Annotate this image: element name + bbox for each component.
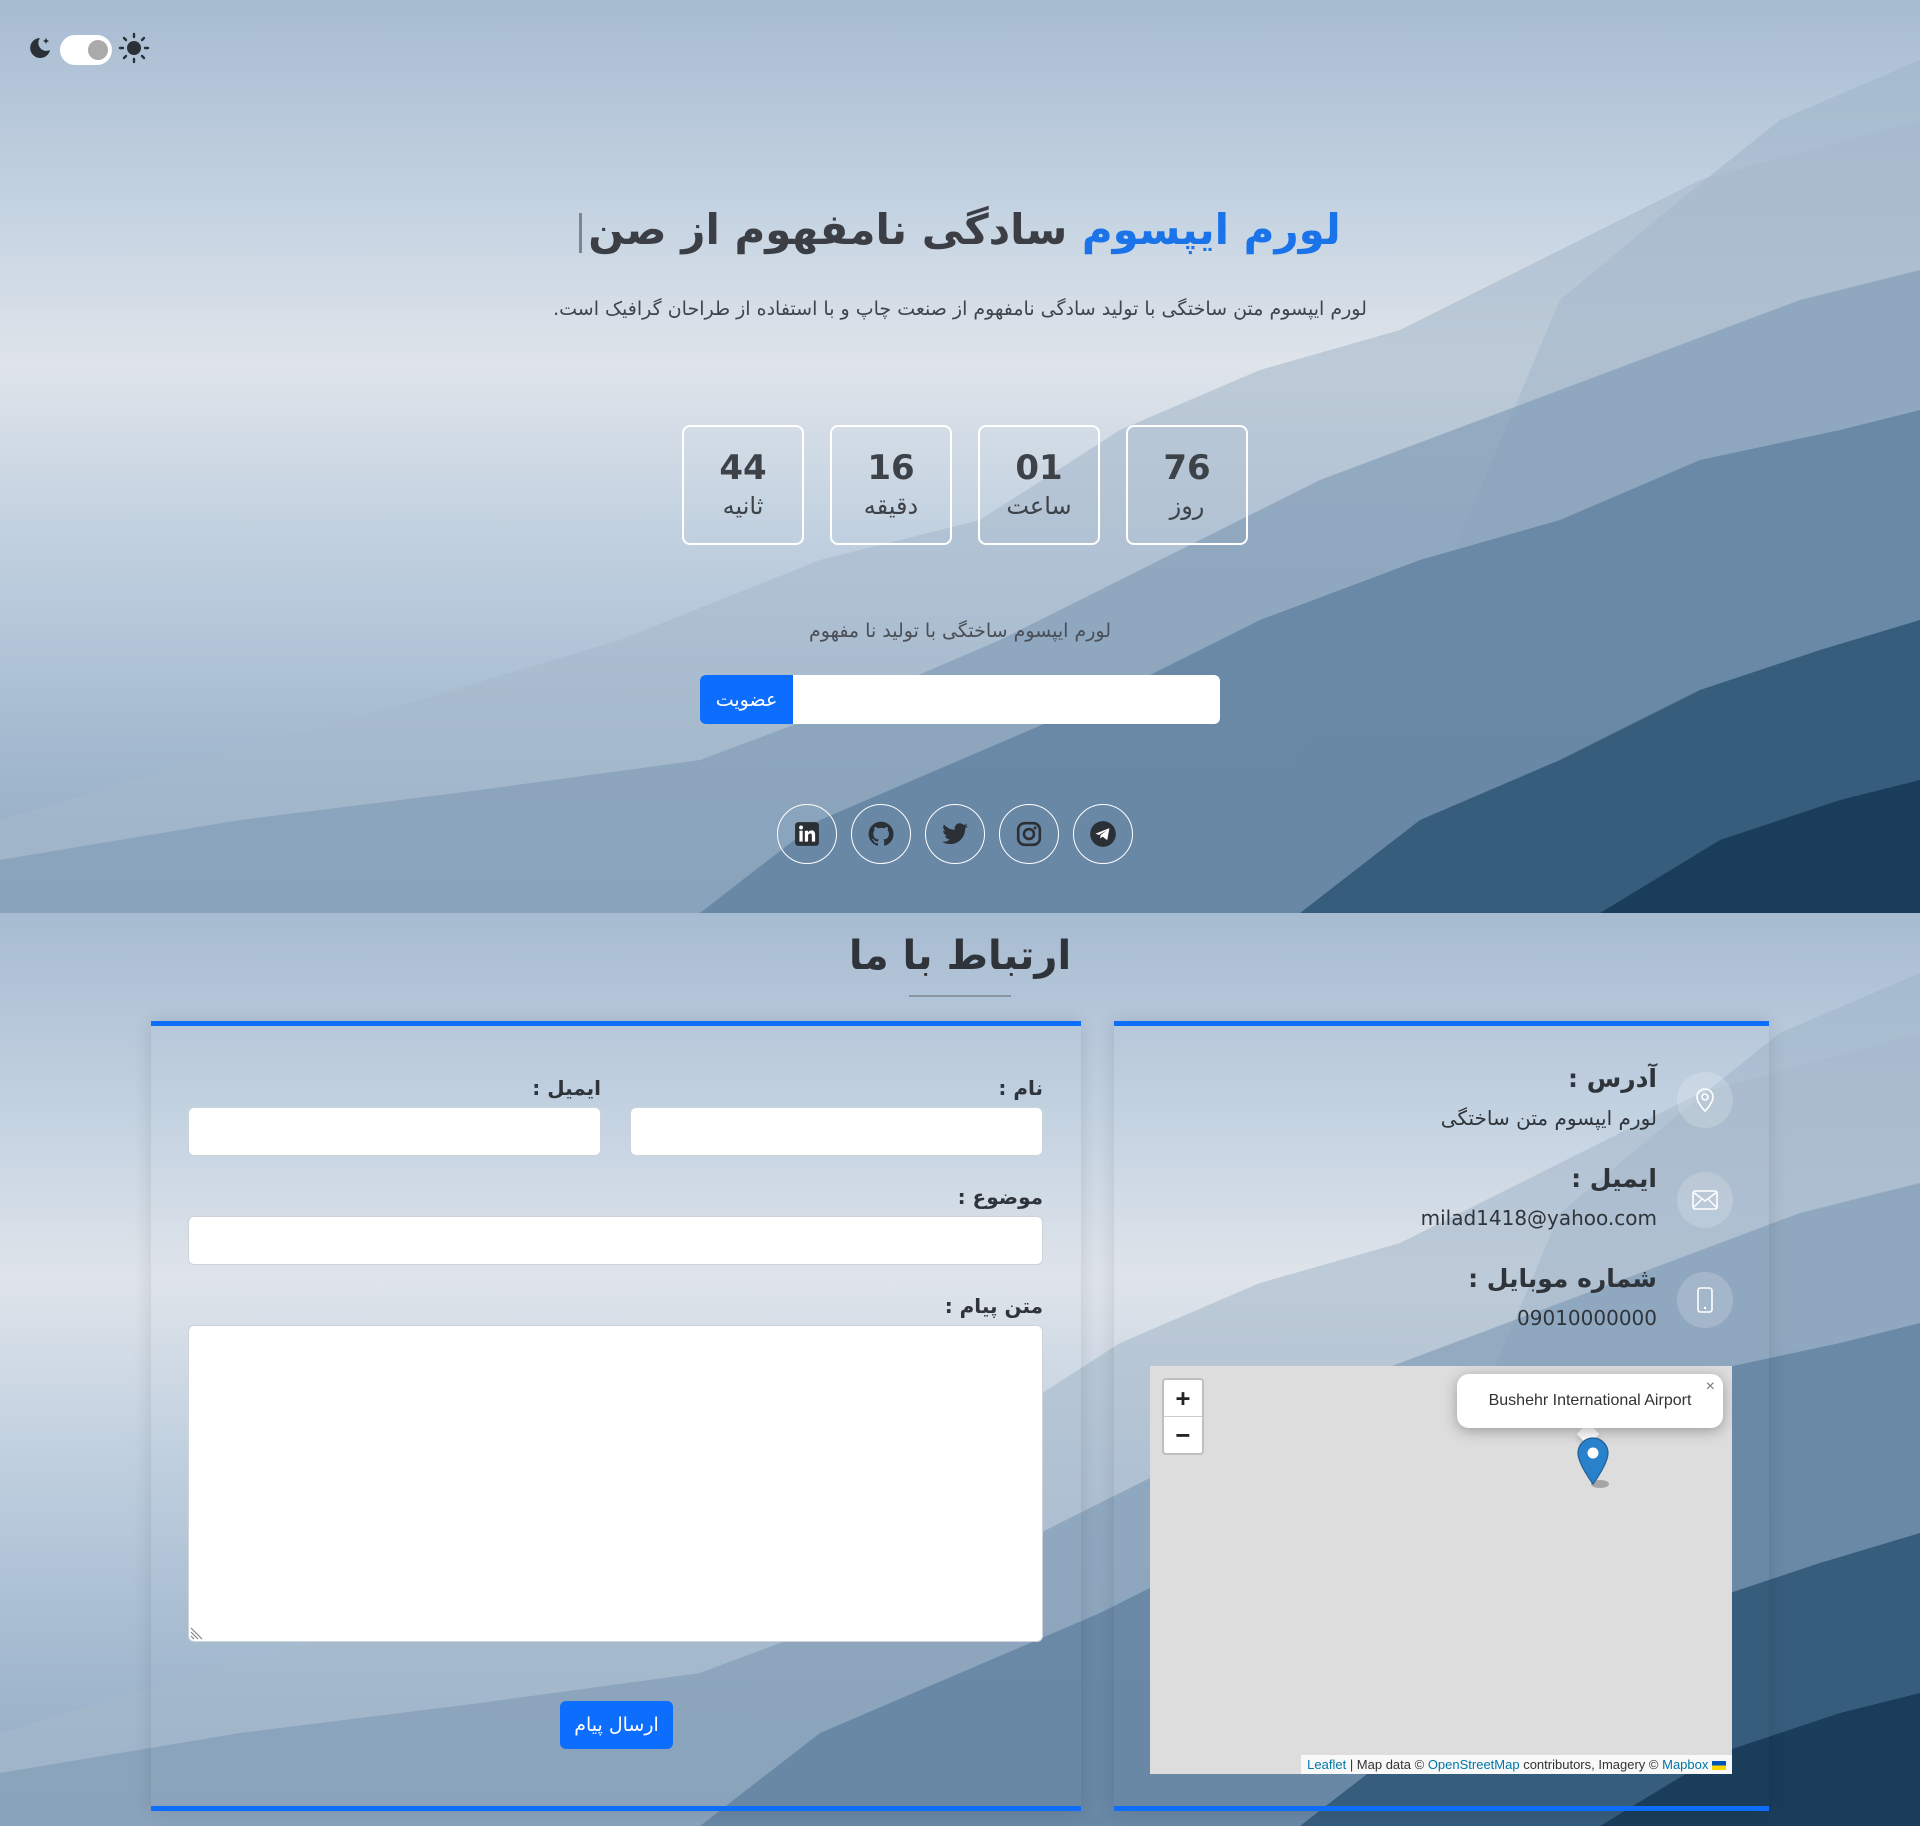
contact-info-card: آدرس : لورم ایپسوم متن ساختگی ایمیل : mi…	[1114, 1021, 1769, 1811]
title-underline	[909, 995, 1011, 997]
countdown: 76 روز 01 ساعت 16 دقیقه 44 ثانیه	[673, 425, 1248, 545]
countdown-label: دقیقه	[863, 492, 919, 520]
name-label: نام :	[998, 1076, 1043, 1100]
countdown-label: روز	[1169, 492, 1205, 520]
hero-subtitle: لورم ایپسوم متن ساختگی با تولید سادگی نا…	[553, 298, 1367, 320]
phone-title: شماره موبایل :	[1468, 1264, 1657, 1293]
phone-value: 09010000000	[1517, 1306, 1657, 1330]
telegram-icon	[1090, 821, 1116, 847]
map[interactable]: + − Bushehr International Airport × Leaf…	[1150, 1366, 1732, 1774]
typing-caret	[579, 212, 583, 253]
address-row: آدرس : لورم ایپسوم متن ساختگی	[1173, 1064, 1733, 1154]
address-value: لورم ایپسوم متن ساختگی	[1440, 1106, 1657, 1130]
theme-toggle[interactable]	[26, 32, 150, 68]
zoom-out-button[interactable]: −	[1164, 1416, 1202, 1453]
resize-grip-icon[interactable]	[190, 1624, 206, 1640]
name-field[interactable]	[630, 1107, 1043, 1156]
countdown-value: 01	[1015, 448, 1063, 488]
subscribe-form: عضویت	[700, 675, 1220, 724]
contact-section: ارتباط با ما نام : ایمیل : موضوع : متن پ…	[0, 913, 1920, 1826]
subject-field[interactable]	[188, 1216, 1043, 1265]
location-pin-icon	[1677, 1072, 1733, 1128]
linkedin-link[interactable]	[777, 804, 837, 864]
subscribe-caption: لورم ایپسوم ساختگی با تولید نا مفهوم	[808, 620, 1111, 642]
address-title: آدرس :	[1568, 1064, 1657, 1093]
attribution-text: | Map data ©	[1346, 1757, 1428, 1772]
message-label: متن پیام :	[944, 1294, 1043, 1318]
countdown-value: 44	[719, 448, 767, 488]
email-row: ایمیل : milad1418@yahoo.com	[1173, 1164, 1733, 1254]
send-message-button[interactable]: ارسال پیام	[560, 1701, 673, 1749]
mobile-phone-icon	[1677, 1272, 1733, 1328]
popup-close-button[interactable]: ×	[1706, 1378, 1715, 1396]
github-link[interactable]	[851, 804, 911, 864]
instagram-link[interactable]	[999, 804, 1059, 864]
ukraine-flag-icon	[1712, 1761, 1726, 1771]
leaflet-link[interactable]: Leaflet	[1307, 1757, 1346, 1772]
moon-stars-icon	[26, 34, 54, 66]
subscribe-email-input[interactable]	[793, 675, 1220, 724]
instagram-icon	[1016, 821, 1042, 847]
hero-section: لورم ایپسوم سادگی نامفهوم از صن لورم ایپ…	[0, 0, 1920, 913]
countdown-seconds: 44 ثانیه	[682, 425, 804, 545]
theme-switch[interactable]	[60, 35, 112, 65]
subscribe-button[interactable]: عضویت	[700, 675, 793, 724]
countdown-value: 16	[867, 448, 915, 488]
countdown-label: ثانیه	[722, 492, 764, 520]
mapbox-link[interactable]: Mapbox	[1662, 1757, 1708, 1772]
social-links	[777, 804, 1133, 864]
hero-title-rest: سادگی نامفهوم از صن	[588, 205, 1082, 254]
popup-text: Bushehr International Airport	[1488, 1392, 1692, 1409]
map-marker-icon[interactable]	[1576, 1436, 1612, 1490]
osm-link[interactable]: OpenStreetMap	[1428, 1757, 1520, 1772]
envelope-icon	[1677, 1172, 1733, 1228]
contact-form-card: نام : ایمیل : موضوع : متن پیام : ارسال پ…	[151, 1021, 1081, 1811]
zoom-in-button[interactable]: +	[1164, 1380, 1202, 1416]
map-popup: Bushehr International Airport ×	[1457, 1374, 1723, 1428]
twitter-link[interactable]	[925, 804, 985, 864]
attribution-text: contributors, Imagery ©	[1519, 1757, 1663, 1772]
hero-title-accent: لورم ایپسوم	[1081, 205, 1341, 254]
subject-label: موضوع :	[957, 1185, 1043, 1209]
sun-icon	[118, 32, 150, 68]
hero-title: لورم ایپسوم سادگی نامفهوم از صن	[0, 205, 1920, 254]
countdown-label: ساعت	[1006, 492, 1072, 520]
phone-row: شماره موبایل : 09010000000	[1173, 1264, 1733, 1354]
map-attribution: Leaflet | Map data © OpenStreetMap contr…	[1301, 1755, 1732, 1774]
countdown-minutes: 16 دقیقه	[830, 425, 952, 545]
github-icon	[868, 821, 894, 846]
email-label: ایمیل :	[532, 1076, 601, 1100]
countdown-value: 76	[1163, 448, 1211, 488]
twitter-icon	[942, 823, 968, 845]
email-title: ایمیل :	[1571, 1164, 1657, 1193]
switch-knob	[88, 40, 108, 60]
email-field[interactable]	[188, 1107, 601, 1156]
message-textarea[interactable]	[188, 1325, 1043, 1642]
contact-title: ارتباط با ما	[848, 933, 1072, 979]
zoom-control: + −	[1162, 1378, 1204, 1455]
email-value: milad1418@yahoo.com	[1420, 1206, 1657, 1230]
countdown-days: 76 روز	[1126, 425, 1248, 545]
telegram-link[interactable]	[1073, 804, 1133, 864]
linkedin-icon	[795, 822, 819, 846]
countdown-hours: 01 ساعت	[978, 425, 1100, 545]
